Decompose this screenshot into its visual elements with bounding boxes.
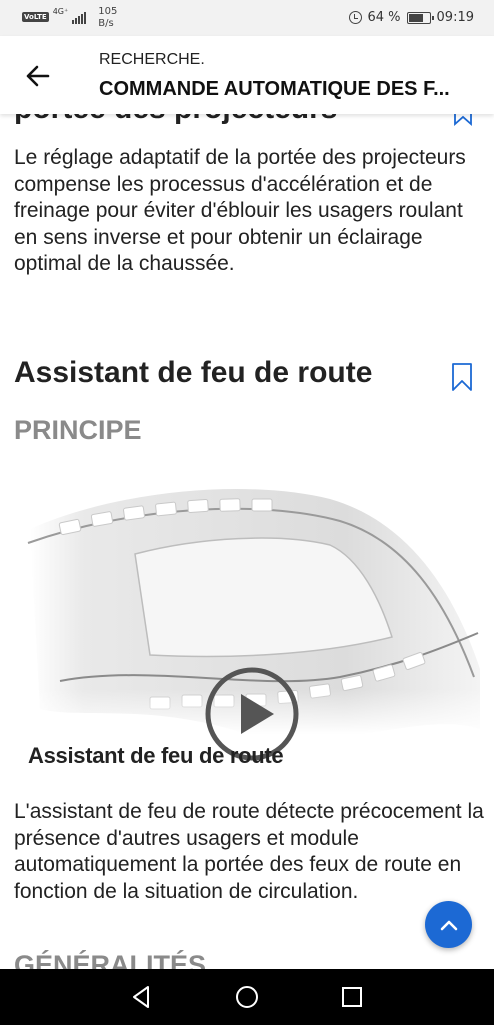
next-section-label: GÉNÉRALITÉS xyxy=(14,950,207,969)
data-speed-unit: B/s xyxy=(98,18,114,29)
data-speed: 105 B/s xyxy=(98,6,117,30)
battery-percent: 64 % xyxy=(367,10,401,25)
nav-back-button[interactable] xyxy=(126,983,156,1011)
video-thumbnail[interactable] xyxy=(0,459,494,761)
page-title: COMMANDE AUTOMATIQUE DES F... xyxy=(99,78,450,100)
square-recents-icon xyxy=(342,987,362,1007)
breadcrumb: RECHERCHE. xyxy=(99,51,205,68)
paragraph-headlight-range: Le réglage adaptatif de la portée des pr… xyxy=(14,146,466,275)
battery-icon xyxy=(406,11,434,24)
arrow-left-icon xyxy=(26,65,50,87)
system-nav-bar xyxy=(0,969,494,1025)
bookmark-icon[interactable] xyxy=(451,362,473,392)
previous-section-heading: portée des projecteurs xyxy=(14,114,337,126)
principle-label: PRINCIPE xyxy=(14,415,142,445)
app-bar: RECHERCHE. COMMANDE AUTOMATIQUE DES F... xyxy=(0,36,494,114)
bookmark-icon[interactable] xyxy=(452,114,474,126)
alarm-icon xyxy=(348,11,362,24)
circle-home-icon xyxy=(236,986,258,1008)
paragraph-high-beam: L'assistant de feu de route détecte préc… xyxy=(14,800,484,903)
signal-icon xyxy=(72,10,87,24)
video-caption: Assistant de feu de route xyxy=(28,743,284,768)
volte-badge: VoLTE xyxy=(22,12,49,22)
content-scroll[interactable]: portée des projecteurs Le réglage adapta… xyxy=(0,114,494,969)
back-button[interactable] xyxy=(20,58,56,94)
scroll-top-button[interactable] xyxy=(425,901,472,948)
nav-home-button[interactable] xyxy=(232,983,262,1011)
nav-recents-button[interactable] xyxy=(337,983,367,1011)
chevron-up-icon xyxy=(440,920,457,930)
status-left: VoLTE 4G⁺ 105 B/s xyxy=(22,6,117,30)
data-speed-value: 105 xyxy=(98,6,118,17)
triangle-back-icon xyxy=(133,986,149,1008)
network-type: 4G⁺ xyxy=(52,7,69,16)
section-title: Assistant de feu de route xyxy=(14,356,373,389)
status-bar: VoLTE 4G⁺ 105 B/s 64 % 09:19 xyxy=(0,0,494,36)
status-right: 64 % 09:19 xyxy=(348,10,474,25)
clock: 09:19 xyxy=(436,10,474,25)
